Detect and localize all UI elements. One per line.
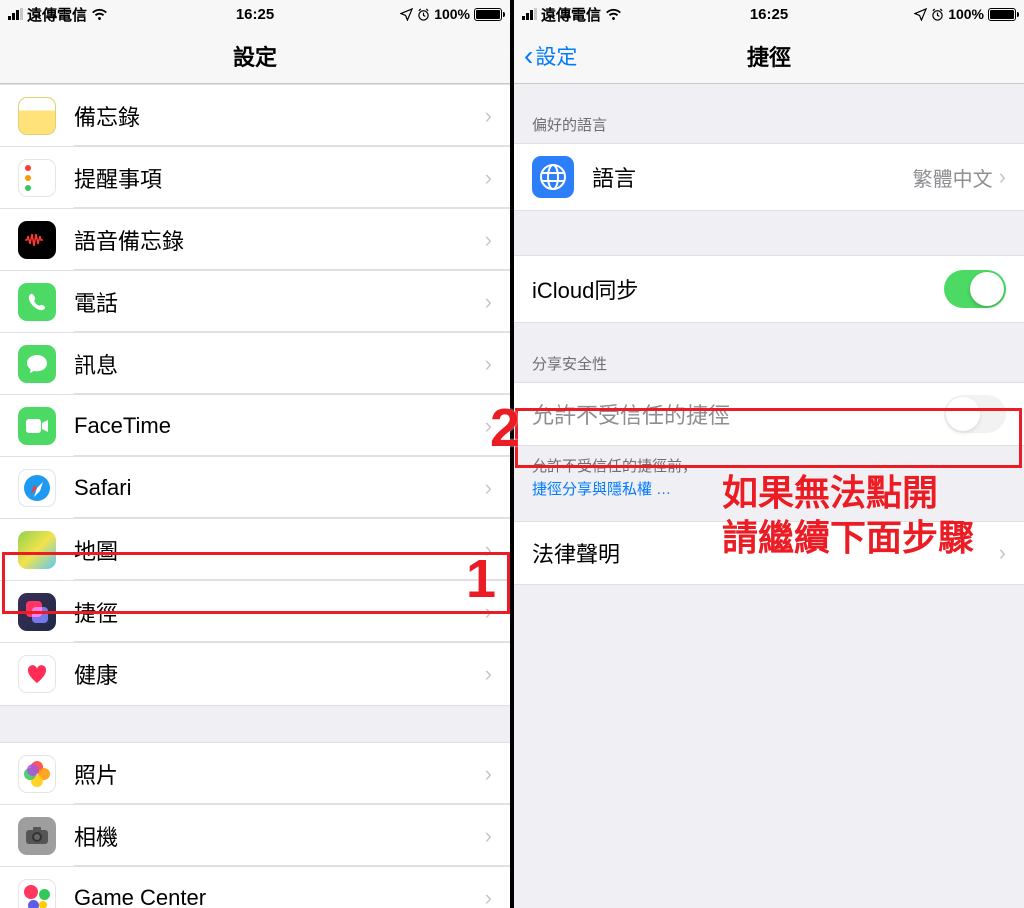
chevron-right-icon: › <box>485 475 492 501</box>
chevron-right-icon: › <box>485 823 492 849</box>
status-time: 16:25 <box>0 6 510 23</box>
note-text: 允許不受信任的捷徑前， <box>532 458 697 475</box>
row-label: 語音備忘錄 <box>74 224 485 256</box>
chevron-right-icon: › <box>485 289 492 315</box>
status-time: 16:25 <box>514 6 1024 23</box>
chevron-right-icon: › <box>485 351 492 377</box>
chevron-right-icon: › <box>485 227 492 253</box>
row-gamecenter[interactable]: Game Center › <box>0 867 510 908</box>
photos-icon <box>18 755 56 793</box>
row-shortcuts[interactable]: 捷徑 › <box>0 581 510 643</box>
phone-left: 遠傳電信 16:25 100% 設定 備忘錄 › 提醒事項 › <box>0 0 510 908</box>
row-label: iCloud同步 <box>532 273 944 305</box>
row-label: 法律聲明 <box>532 537 999 569</box>
row-voice-memos[interactable]: 語音備忘錄 › <box>0 209 510 271</box>
chevron-right-icon: › <box>485 103 492 129</box>
reminders-icon <box>18 159 56 197</box>
row-reminders[interactable]: 提醒事項 › <box>0 147 510 209</box>
row-health[interactable]: 健康 › <box>0 643 510 705</box>
facetime-icon <box>18 407 56 445</box>
allow-untrusted-note: 允許不受信任的捷徑前， 捷徑分享與隱私權 … <box>514 446 1024 511</box>
safari-icon <box>18 469 56 507</box>
row-maps[interactable]: 地圖 › <box>0 519 510 581</box>
chevron-right-icon: › <box>485 165 492 191</box>
messages-icon <box>18 345 56 383</box>
battery-icon <box>988 8 1016 21</box>
row-label: 語言 <box>592 161 913 193</box>
status-bar: 遠傳電信 16:25 100% <box>0 0 510 28</box>
page-title: 捷徑 <box>514 40 1024 72</box>
row-language[interactable]: 語言 繁體中文 › <box>514 144 1024 210</box>
privacy-link[interactable]: 捷徑分享與隱私權 … <box>532 481 671 498</box>
shortcuts-icon <box>18 593 56 631</box>
chevron-right-icon: › <box>999 540 1006 566</box>
health-icon <box>18 655 56 693</box>
icloud-toggle[interactable] <box>944 270 1006 308</box>
row-value: 繁體中文 <box>913 163 993 192</box>
row-label: 照片 <box>74 758 485 790</box>
chevron-right-icon: › <box>485 413 492 439</box>
row-label: Safari <box>74 475 485 501</box>
row-notes[interactable]: 備忘錄 › <box>0 85 510 147</box>
allow-untrusted-toggle[interactable] <box>944 395 1006 433</box>
chevron-right-icon: › <box>485 761 492 787</box>
row-messages[interactable]: 訊息 › <box>0 333 510 395</box>
section-header-share: 分享安全性 <box>514 323 1024 382</box>
row-label: FaceTime <box>74 413 485 439</box>
row-phone[interactable]: 電話 › <box>0 271 510 333</box>
battery-icon <box>474 8 502 21</box>
row-safari[interactable]: Safari › <box>0 457 510 519</box>
row-label: 允許不受信任的捷徑 <box>532 398 944 430</box>
row-allow-untrusted[interactable]: 允許不受信任的捷徑 <box>514 383 1024 445</box>
phone-icon <box>18 283 56 321</box>
phone-right: 遠傳電信 16:25 100% ‹ 設定 捷徑 偏好的語言 語言 繁體中文 › <box>514 0 1024 908</box>
row-label: 健康 <box>74 658 485 690</box>
row-facetime[interactable]: FaceTime › <box>0 395 510 457</box>
gamecenter-icon <box>18 879 56 908</box>
row-label: 地圖 <box>74 534 485 566</box>
navbar-right: ‹ 設定 捷徑 <box>514 28 1024 84</box>
chevron-right-icon: › <box>485 537 492 563</box>
status-bar: 遠傳電信 16:25 100% <box>514 0 1024 28</box>
chevron-right-icon: › <box>485 599 492 625</box>
row-photos[interactable]: 照片 › <box>0 743 510 805</box>
shortcut-settings: 偏好的語言 語言 繁體中文 › iCloud同步 分享安全性 允許不受信任的捷徑 <box>514 84 1024 585</box>
chevron-left-icon: ‹ <box>524 42 533 70</box>
notes-icon <box>18 97 56 135</box>
row-label: Game Center <box>74 885 485 908</box>
chevron-right-icon: › <box>485 661 492 687</box>
page-title: 設定 <box>0 40 510 72</box>
back-button[interactable]: ‹ 設定 <box>524 41 577 71</box>
row-label: 捷徑 <box>74 596 485 628</box>
section-header-lang: 偏好的語言 <box>514 84 1024 143</box>
back-label: 設定 <box>535 41 577 71</box>
row-icloud-sync[interactable]: iCloud同步 <box>514 256 1024 322</box>
settings-list: 備忘錄 › 提醒事項 › 語音備忘錄 › 電話 › 訊息 › <box>0 84 510 908</box>
row-camera[interactable]: 相機 › <box>0 805 510 867</box>
chevron-right-icon: › <box>485 885 492 908</box>
row-label: 訊息 <box>74 348 485 380</box>
row-label: 電話 <box>74 286 485 318</box>
navbar-left: 設定 <box>0 28 510 84</box>
row-legal[interactable]: 法律聲明 › <box>514 522 1024 584</box>
row-label: 備忘錄 <box>74 100 485 132</box>
row-label: 提醒事項 <box>74 162 485 194</box>
maps-icon <box>18 531 56 569</box>
chevron-right-icon: › <box>999 164 1006 190</box>
row-label: 相機 <box>74 820 485 852</box>
globe-icon <box>532 156 574 198</box>
voice-memos-icon <box>18 221 56 259</box>
camera-icon <box>18 817 56 855</box>
